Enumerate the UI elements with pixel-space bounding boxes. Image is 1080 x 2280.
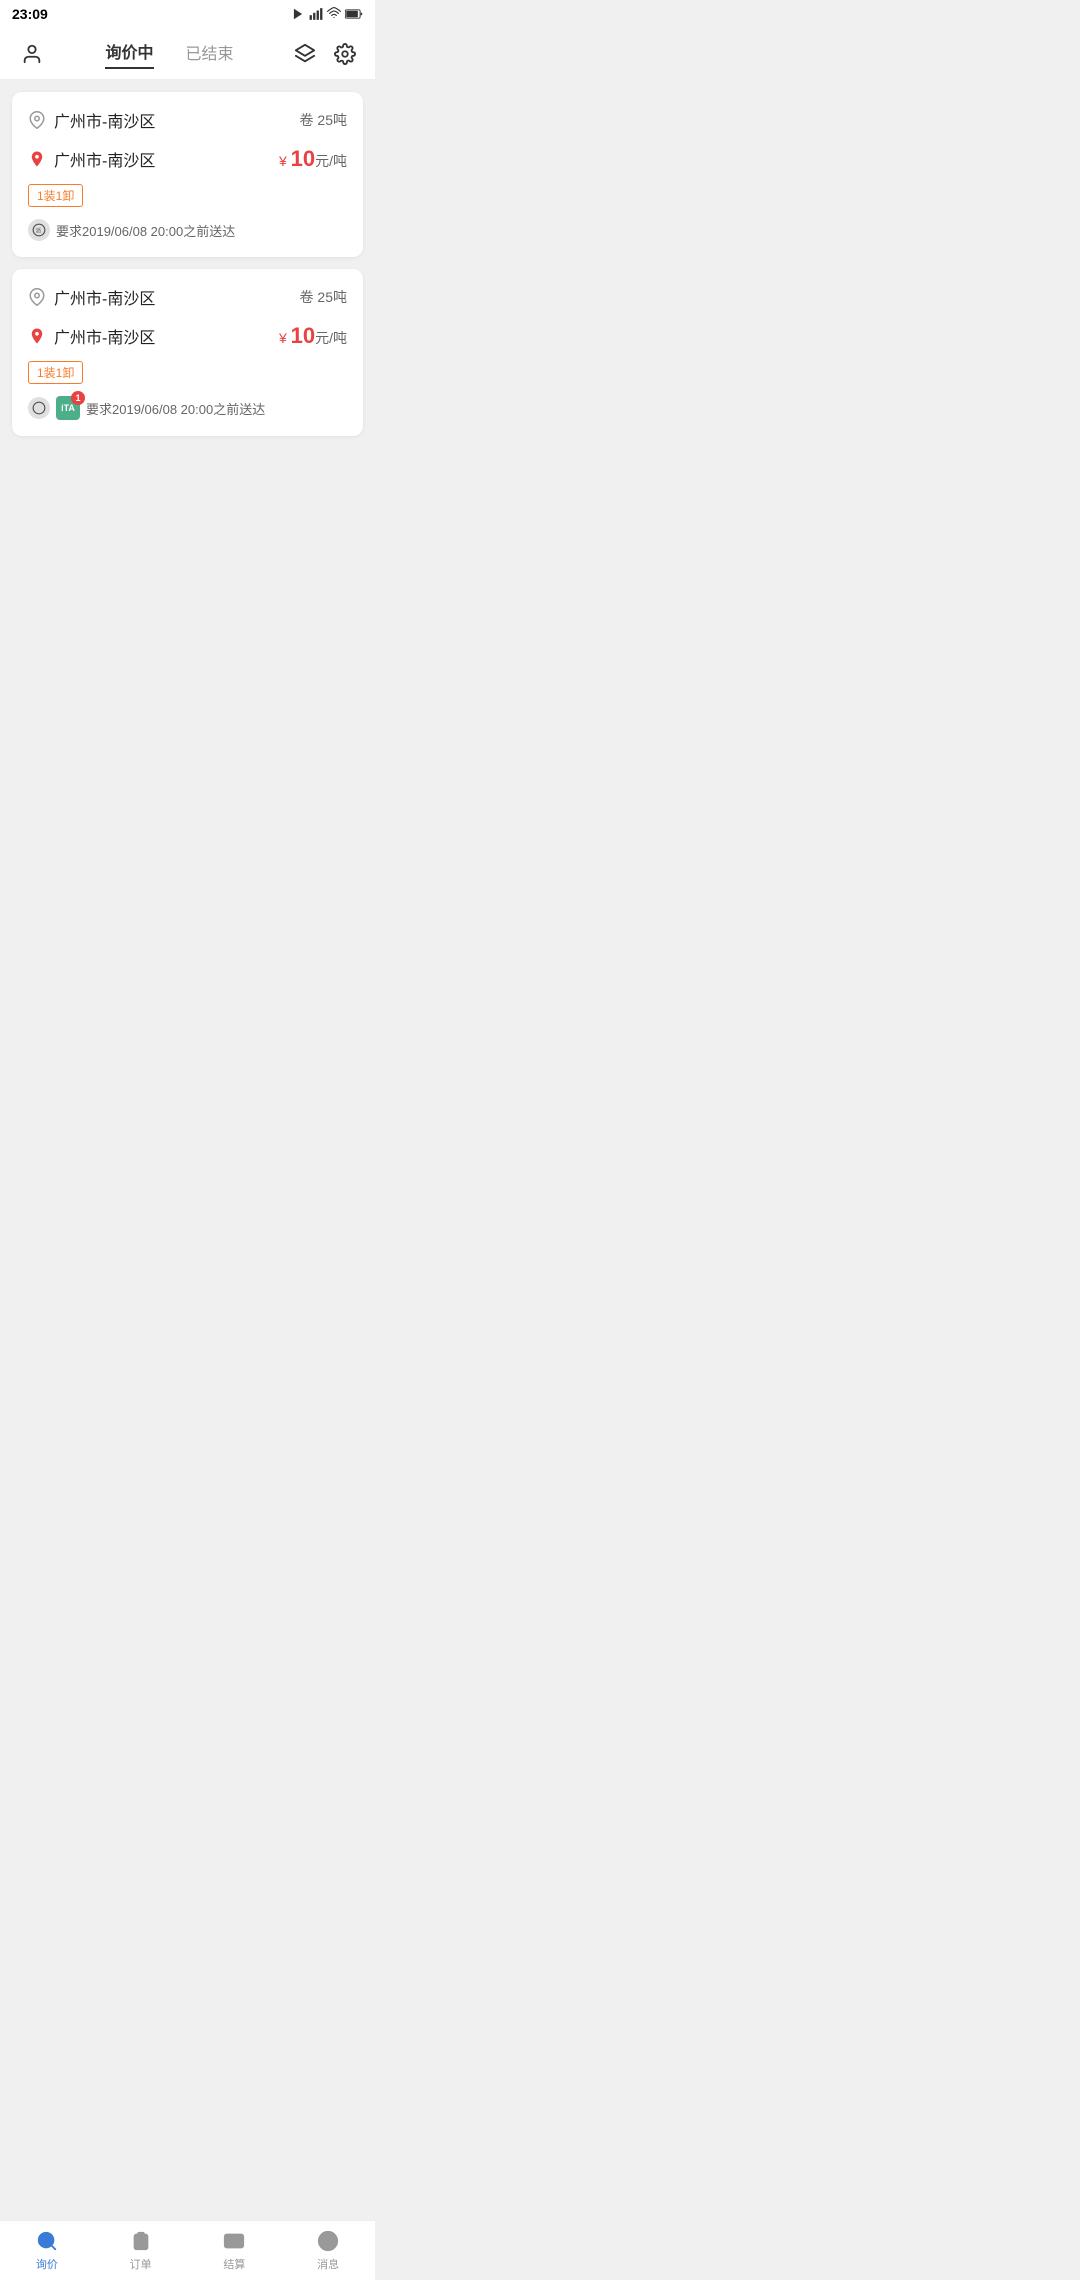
- nav-item-inquiry[interactable]: 询价: [0, 2223, 94, 2278]
- signal-icon: [309, 7, 323, 21]
- bid-icon-2: iTA 1: [56, 396, 80, 420]
- from-city-2: 广州市-南沙区: [54, 285, 155, 309]
- header-tabs: 询价中 已结束: [48, 39, 291, 69]
- price-number-1: 10: [291, 146, 315, 171]
- battery-icon: [345, 7, 363, 21]
- to-city-1: 广州市-南沙区: [54, 147, 155, 171]
- to-city-2: 广州市-南沙区: [54, 324, 155, 348]
- from-row-1: 广州市-南沙区 卷 25吨: [28, 108, 347, 132]
- header-right-icons: [291, 40, 359, 68]
- to-row-2: 广州市-南沙区 ¥ 10元/吨: [28, 323, 347, 349]
- from-location-left-1: 广州市-南沙区: [28, 108, 155, 132]
- play-icon: [291, 7, 305, 21]
- status-time: 23:09: [12, 6, 48, 22]
- location-pin-icon-to-1: [28, 150, 46, 168]
- inquiry-card-1[interactable]: 广州市-南沙区 卷 25吨 广州市-南沙区 ¥ 10元/吨 1装1卸: [12, 92, 363, 257]
- price-unit-2: 元/吨: [315, 330, 347, 346]
- price-number-2: 10: [291, 323, 315, 348]
- app-header: 询价中 已结束: [0, 28, 375, 80]
- nav-item-settlement[interactable]: 结算: [188, 2223, 282, 2278]
- delivery-row-2: iTA 1 要求2019/06/08 20:00之前送达: [28, 396, 347, 420]
- from-row-2: 广州市-南沙区 卷 25吨: [28, 285, 347, 309]
- cards-container: 广州市-南沙区 卷 25吨 广州市-南沙区 ¥ 10元/吨 1装1卸: [0, 80, 375, 460]
- inquiry-card-2[interactable]: 广州市-南沙区 卷 25吨 广州市-南沙区 ¥ 10元/吨 1装1卸: [12, 269, 363, 436]
- to-location-left-2: 广州市-南沙区: [28, 324, 155, 348]
- delivery-text-2: 要求2019/06/08 20:00之前送达: [86, 399, 265, 418]
- nav-item-messages[interactable]: 消息: [281, 2223, 375, 2278]
- location-pin-icon-from-1: [28, 111, 46, 129]
- bid-badge-count: 1: [71, 391, 85, 405]
- tag-row-2: 1装1卸: [28, 361, 347, 384]
- main-content: 广州市-南沙区 卷 25吨 广州市-南沙区 ¥ 10元/吨 1装1卸: [0, 80, 375, 530]
- price-display-2: ¥ 10元/吨: [279, 323, 347, 349]
- to-row-1: 广州市-南沙区 ¥ 10元/吨: [28, 146, 347, 172]
- nav-messages-label: 消息: [317, 2256, 339, 2272]
- tag-row-1: 1装1卸: [28, 184, 347, 207]
- bottom-nav: 询价 订单 结算: [0, 2220, 375, 2280]
- location-pin-icon-to-2: [28, 327, 46, 345]
- status-bar: 23:09: [0, 0, 375, 28]
- dispatch-icon-2: [28, 397, 50, 419]
- nav-orders-icon: [129, 2229, 153, 2253]
- nav-orders-label: 订单: [130, 2256, 152, 2272]
- tab-inquiry[interactable]: 询价中: [105, 39, 153, 69]
- cargo-badge-2: 卷 25吨: [300, 287, 347, 307]
- svg-text:派: 派: [36, 227, 42, 234]
- user-icon[interactable]: [16, 38, 48, 70]
- delivery-text-1: 要求2019/06/08 20:00之前送达: [56, 221, 235, 240]
- nav-item-orders[interactable]: 订单: [94, 2223, 188, 2278]
- layers-icon[interactable]: [291, 40, 319, 68]
- status-icons: [291, 7, 363, 21]
- wifi-icon: [327, 7, 341, 21]
- from-city-1: 广州市-南沙区: [54, 108, 155, 132]
- settings-icon[interactable]: [331, 40, 359, 68]
- tab-ended[interactable]: 已结束: [186, 40, 234, 68]
- price-display-1: ¥ 10元/吨: [279, 146, 347, 172]
- from-location-left-2: 广州市-南沙区: [28, 285, 155, 309]
- to-location-left-1: 广州市-南沙区: [28, 147, 155, 171]
- service-tag-2: 1装1卸: [28, 361, 83, 384]
- location-pin-icon-from-2: [28, 288, 46, 306]
- nav-settlement-icon: [222, 2229, 246, 2253]
- nav-inquiry-label: 询价: [36, 2256, 58, 2272]
- nav-inquiry-icon: [35, 2229, 59, 2253]
- cargo-badge-1: 卷 25吨: [300, 110, 347, 130]
- nav-settlement-label: 结算: [223, 2256, 245, 2272]
- dispatch-icon-1: 派: [28, 219, 50, 241]
- nav-messages-icon: [316, 2229, 340, 2253]
- price-unit-1: 元/吨: [315, 153, 347, 169]
- delivery-row-1: 派 要求2019/06/08 20:00之前送达: [28, 219, 347, 241]
- service-tag-1: 1装1卸: [28, 184, 83, 207]
